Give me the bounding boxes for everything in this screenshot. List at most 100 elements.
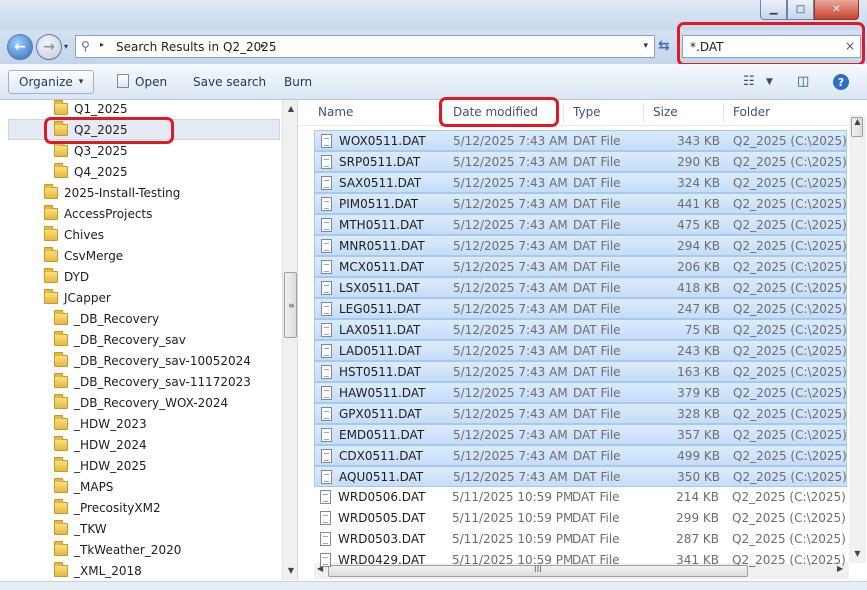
nav-folder-item[interactable]: JCapper [44, 287, 111, 308]
help-icon[interactable]: ? [833, 74, 849, 90]
nav-folder-item[interactable]: _PrecosityXM2 [54, 497, 161, 518]
file-type: DAT File [573, 344, 621, 358]
nav-folder-item[interactable]: _MAPS [54, 476, 113, 497]
file-row[interactable]: MCX0511.DAT 5/12/2025 7:43 AM DAT File 206 … [314, 256, 847, 277]
file-date-modified: 5/12/2025 7:43 AM [453, 386, 568, 400]
file-name: LAD0511.DAT [339, 344, 422, 358]
column-header-type[interactable]: Type [573, 105, 601, 119]
file-row[interactable]: CDX0511.DAT 5/12/2025 7:43 AM DAT File 499 … [314, 445, 847, 466]
file-row[interactable]: PIM0511.DAT 5/12/2025 7:43 AM DAT File 441 … [314, 193, 847, 214]
file-row[interactable]: LAX0511.DAT 5/12/2025 7:43 AM DAT File 75 K… [314, 319, 847, 340]
refresh-icon[interactable]: ⇆ [658, 38, 670, 54]
nav-folder-item[interactable]: _DB_Recovery [54, 308, 159, 329]
save-search-button[interactable]: Save search [193, 75, 266, 89]
nav-folder-item[interactable]: _DB_Recovery_sav [54, 329, 186, 350]
search-box[interactable]: *.DAT × [682, 35, 861, 58]
nav-folder-item[interactable]: _TKW [54, 518, 107, 539]
nav-folder-item[interactable]: Q1_2025 [54, 100, 128, 119]
nav-folder-item[interactable]: AccessProjects [44, 203, 152, 224]
nav-folder-item[interactable]: _DB_Recovery_sav-10052024 [54, 350, 251, 371]
file-list-vertical-scrollbar[interactable]: ▲ ▼ [849, 115, 866, 563]
file-row[interactable]: LEG0511.DAT 5/12/2025 7:43 AM DAT File 247 … [314, 298, 847, 319]
close-button[interactable]: ✕ [814, 0, 859, 20]
view-options-icon[interactable]: ☷ [743, 74, 755, 89]
nav-folder-label: _DB_Recovery_sav [74, 332, 186, 347]
nav-folder-item[interactable]: _HDW_2025 [54, 455, 147, 476]
column-divider[interactable] [723, 103, 724, 123]
scroll-down-icon[interactable]: ▼ [283, 566, 297, 575]
file-row[interactable]: SRP0511.DAT 5/12/2025 7:43 AM DAT File 290 … [314, 151, 847, 172]
nav-folder-item[interactable]: _TkWeather_2020 [54, 539, 181, 560]
recent-pages-dropdown[interactable]: ▾ [64, 42, 68, 51]
nav-folder-item[interactable]: Q4_2025 [54, 161, 128, 182]
file-row[interactable]: WRD0503.DAT 5/11/2025 10:59 PM DAT File 287… [314, 529, 847, 550]
nav-folder-label: _DB_Recovery [74, 311, 160, 326]
open-button[interactable]: Open [135, 75, 167, 89]
back-button[interactable]: ← [7, 34, 33, 60]
maximize-button[interactable]: □ [787, 0, 814, 20]
file-row[interactable]: HAW0511.DAT 5/12/2025 7:43 AM DAT File 379 … [314, 382, 847, 403]
folder-icon [54, 477, 68, 493]
preview-pane-icon[interactable]: ◫ [797, 74, 809, 89]
scroll-up-icon[interactable]: ▲ [849, 117, 866, 126]
column-header-name[interactable]: Name [318, 105, 353, 119]
column-header-folder[interactable]: Folder [733, 105, 770, 119]
file-row[interactable]: MTH0511.DAT 5/12/2025 7:43 AM DAT File 475 … [314, 214, 847, 235]
nav-folder-item[interactable]: Chives [44, 224, 104, 245]
nav-folder-item[interactable]: _HDW_2023 [54, 413, 147, 434]
forward-button[interactable]: → [36, 34, 62, 60]
nav-folder-label: 2025-Install-Testing [64, 185, 181, 200]
folder-icon [54, 498, 68, 514]
nav-folder-item[interactable]: 2025-Install-Testing [44, 182, 180, 203]
file-row[interactable]: LSX0511.DAT 5/12/2025 7:43 AM DAT File 418 … [314, 277, 847, 298]
file-row[interactable]: AQU0511.DAT 5/12/2025 7:43 AM DAT File 350 … [314, 466, 847, 487]
folder-icon [54, 351, 68, 367]
column-header-size[interactable]: Size [653, 105, 678, 119]
nav-folder-item[interactable]: DYD [44, 266, 89, 287]
file-row[interactable]: WRD0506.DAT 5/11/2025 10:59 PM DAT File 214… [314, 487, 847, 508]
burn-button[interactable]: Burn [284, 75, 312, 89]
nav-scrollbar[interactable]: ▲ ≡ ▼ [282, 100, 297, 580]
file-row[interactable]: WOX0511.DAT 5/12/2025 7:43 AM DAT File 343 … [314, 130, 847, 151]
view-dropdown-icon[interactable]: ▼ [766, 77, 773, 87]
file-row[interactable]: SAX0511.DAT 5/12/2025 7:43 AM DAT File 324 … [314, 172, 847, 193]
dat-file-icon [320, 490, 331, 504]
folder-icon [54, 100, 68, 115]
file-row[interactable]: HST0511.DAT 5/12/2025 7:43 AM DAT File 163 … [314, 361, 847, 382]
address-dropdown-icon[interactable]: ▾ [643, 41, 648, 51]
file-row[interactable]: EMD0511.DAT 5/12/2025 7:43 AM DAT File 357 … [314, 424, 847, 445]
nav-scroll-thumb[interactable]: ≡ [284, 272, 297, 338]
file-row[interactable]: LAD0511.DAT 5/12/2025 7:43 AM DAT File 243 … [314, 340, 847, 361]
file-row[interactable]: GPX0511.DAT 5/12/2025 7:43 AM DAT File 328 … [314, 403, 847, 424]
nav-folder-item[interactable]: Q2_2025 [8, 119, 280, 140]
file-row[interactable]: WRD0505.DAT 5/11/2025 10:59 PM DAT File 299… [314, 508, 847, 529]
column-divider[interactable] [643, 103, 644, 123]
file-date-modified: 5/12/2025 7:43 AM [453, 407, 568, 421]
breadcrumb-search-results[interactable]: Search Results in Q2_2025 [116, 40, 277, 54]
search-input[interactable]: *.DAT [690, 40, 723, 54]
file-type: DAT File [573, 449, 621, 463]
breadcrumb-chevron-icon[interactable]: ▸ [100, 40, 104, 49]
nav-folder-item[interactable]: _DB_Recovery_sav-11172023 [54, 371, 251, 392]
breadcrumb-chevron-icon[interactable]: ▸ [261, 41, 265, 50]
organize-button[interactable]: Organize ▾ [8, 70, 95, 94]
nav-folder-label: Q1_2025 [74, 101, 128, 116]
clear-search-icon[interactable]: × [845, 39, 855, 53]
column-divider[interactable] [442, 103, 443, 123]
address-row: ← → ▾ ⚲ ▸ Search Results in Q2_2025 ▸ ▾ … [0, 30, 867, 64]
nav-folder-item[interactable]: _DB_Recovery_WOX-2024 [54, 392, 228, 413]
address-bar[interactable]: ⚲ ▸ Search Results in Q2_2025 ▸ ▾ [75, 35, 655, 58]
scroll-down-icon[interactable]: ▼ [849, 549, 866, 558]
nav-folder-item[interactable]: Q3_2025 [54, 140, 128, 161]
column-divider[interactable] [563, 103, 564, 123]
nav-folder-item[interactable]: _XML_2018 [54, 560, 142, 581]
file-folder: Q2_2025 (C:\2025) [733, 281, 847, 295]
file-row[interactable]: MNR0511.DAT 5/12/2025 7:43 AM DAT File 294 … [314, 235, 847, 256]
nav-folder-item[interactable]: CsvMerge [44, 245, 123, 266]
nav-folder-item[interactable]: _HDW_2024 [54, 434, 147, 455]
column-header-date-modified[interactable]: Date modified [453, 105, 538, 119]
scroll-up-icon[interactable]: ▲ [283, 104, 297, 113]
minimize-button[interactable]: ▁ [760, 0, 787, 20]
file-row[interactable]: WRD0429.DAT 5/11/2025 10:59 PM DAT File 341… [314, 550, 847, 571]
dat-file-icon [321, 155, 332, 169]
